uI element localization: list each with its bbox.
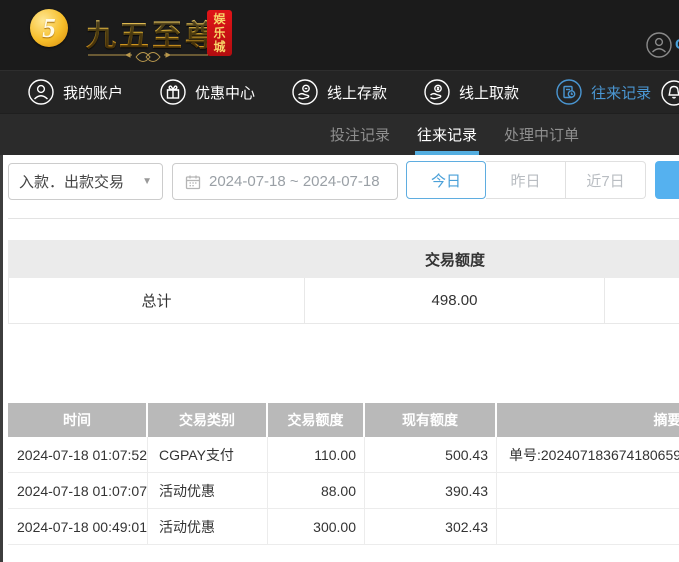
yesterday-button[interactable]: 昨日 [486,161,566,199]
date-range-value: 2024-07-18 ~ 2024-07-18 [209,173,380,190]
main-nav: 我的账户 优惠中心 线上存款 线上取款 往来记录 [0,70,679,113]
summary-total-label: 总计 [8,278,305,323]
logo-monogram: 5 [42,12,56,43]
cell-summary [497,509,679,544]
cell-balance: 390.43 [365,473,497,508]
quick-date-buttons: 今日 昨日 近7日 [406,161,646,199]
cell-type: 活动优惠 [148,473,268,508]
date-range-input[interactable]: 2024-07-18 ~ 2024-07-18 [172,163,398,200]
nav-item-label: 线上存款 [327,84,388,102]
col-header-type: 交易类别 [148,403,268,437]
cell-amount: 110.00 [268,437,365,472]
cell-summary [497,473,679,508]
nav-item-label: 线上取款 [459,84,520,102]
cell-time: 2024-07-18 01:07:52 [8,437,148,472]
summary-total-value: 498.00 [305,278,605,323]
user-icon [28,79,54,105]
records-icon [556,79,582,105]
cell-summary: 单号:202407183674180659 [509,446,679,463]
nav-item-records[interactable]: 往来记录 [556,79,651,105]
table-row: 2024-07-18 01:07:52 CGPAY支付 110.00 500.4… [8,437,679,473]
deposit-icon [292,79,318,105]
tab-transaction-records[interactable]: 往来记录 [415,114,480,155]
col-header-summary: 摘要 [653,412,679,428]
nav-item-my-account[interactable]: 我的账户 [28,79,123,105]
cell-amount: 300.00 [268,509,365,544]
table-row: 2024-07-18 00:49:01 活动优惠 300.00 302.43 [8,509,679,545]
tab-bet-records[interactable]: 投注记录 [330,114,390,155]
search-button[interactable] [655,161,679,199]
username-text[interactable]: C [675,36,679,53]
withdraw-icon [424,79,450,105]
page-left-edge [0,155,3,562]
nav-item-deposit[interactable]: 线上存款 [292,79,387,105]
nav-item-label: 优惠中心 [195,84,256,102]
cell-type: 活动优惠 [148,509,268,544]
cell-balance: 302.43 [365,509,497,544]
summary-table-header: 交易额度 [8,240,679,278]
transaction-type-value: 入款．出款交易 [19,174,125,191]
today-button[interactable]: 今日 [406,161,486,199]
filter-divider [8,218,679,219]
calendar-icon [185,175,201,189]
app-window: 5 九五至尊 娱 乐 城 C 我的账户 [0,0,679,562]
summary-amount-header: 交易额度 [424,251,485,269]
user-avatar-icon[interactable] [646,32,672,58]
logo-flourish-icon [88,52,208,62]
logo-monogram-icon[interactable]: 5 [30,9,68,47]
tab-label: 往来记录 [417,127,478,144]
col-header-time: 时间 [8,403,148,437]
site-header: 5 九五至尊 娱 乐 城 C [0,0,679,70]
tab-label: 处理中订单 [504,127,580,144]
cell-type: CGPAY支付 [148,437,268,472]
cell-amount: 88.00 [268,473,365,508]
logo-badge: 娱 乐 城 [207,10,232,56]
last7days-button[interactable]: 近7日 [566,161,646,199]
table-row: 2024-07-18 01:07:07 活动优惠 88.00 390.43 [8,473,679,509]
transaction-type-select[interactable]: 入款．出款交易 ▼ [8,163,163,200]
records-tab-bar: 投注记录 往来记录 处理中订单 [0,113,679,155]
records-table-header: 时间 交易类别 交易额度 现有额度 摘要 [8,403,679,437]
col-header-amount: 交易额度 [268,403,365,437]
logo-badge-char: 城 [213,40,226,54]
cell-time: 2024-07-18 00:49:01 [8,509,148,544]
nav-item-label: 我的账户 [63,84,124,102]
logo-badge-char: 娱 [213,12,226,26]
tab-label: 投注记录 [330,127,391,144]
bell-icon[interactable] [661,80,679,106]
col-header-balance: 现有额度 [365,403,497,437]
logo-badge-char: 乐 [213,26,226,40]
records-table: 时间 交易类别 交易额度 现有额度 摘要 2024-07-18 01:07:52… [8,403,679,545]
cell-balance: 500.43 [365,437,497,472]
cell-time: 2024-07-18 01:07:07 [8,473,148,508]
tab-processing-orders[interactable]: 处理中订单 [504,114,579,155]
chevron-down-icon: ▼ [142,176,152,187]
nav-item-promotions[interactable]: 优惠中心 [160,79,255,105]
summary-total-row: 总计 498.00 [8,278,679,324]
nav-item-withdraw[interactable]: 线上取款 [424,79,519,105]
summary-empty-cell [605,278,679,323]
nav-item-label: 往来记录 [591,84,652,102]
gift-icon [160,79,186,105]
